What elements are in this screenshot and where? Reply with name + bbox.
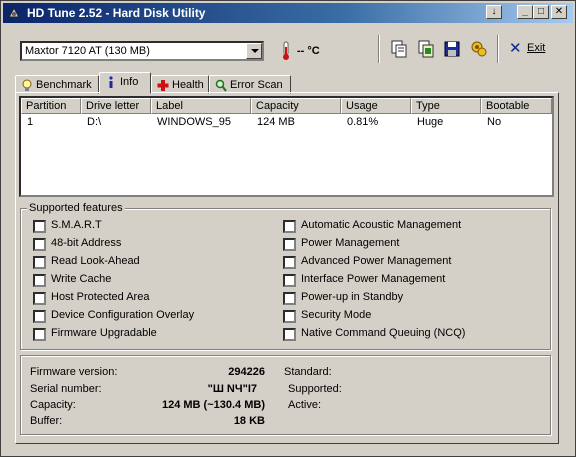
- checkbox-box[interactable]: [33, 310, 46, 323]
- capacity-value: 124 MB (~130.4 MB): [161, 399, 265, 411]
- serial-label: Serial number:: [30, 383, 102, 395]
- table-cell: D:\: [87, 116, 102, 128]
- copy-all-icon[interactable]: [415, 38, 437, 60]
- feature-label: Security Mode: [301, 309, 372, 321]
- checkbox-box[interactable]: [283, 220, 296, 233]
- maximize-button[interactable]: □: [533, 5, 549, 19]
- feature-label: Automatic Acoustic Management: [301, 219, 462, 231]
- feature-label: Write Cache: [51, 273, 112, 285]
- checkbox-box[interactable]: [283, 274, 296, 287]
- feature-label: Advanced Power Management: [301, 255, 452, 267]
- column-header[interactable]: Type: [411, 98, 481, 114]
- group-title: Supported features: [27, 202, 125, 214]
- column-header[interactable]: Usage: [341, 98, 411, 114]
- table-cell: WINDOWS_95: [157, 116, 231, 128]
- checkbox-box[interactable]: [33, 256, 46, 269]
- standard-label: Standard:: [284, 366, 332, 378]
- buffer-label: Buffer:: [30, 415, 63, 427]
- thermometer-icon: [283, 41, 289, 60]
- pin-button[interactable]: ↓: [486, 5, 502, 19]
- partition-list-header: Partition Drive letter Label Capacity Us…: [21, 98, 552, 114]
- capacity-label: Capacity:: [30, 399, 76, 411]
- active-label: Active:: [288, 399, 322, 411]
- tab-label: Benchmark: [36, 79, 92, 91]
- feature-label: 48-bit Address: [51, 237, 122, 249]
- firmware-value: 294226: [228, 366, 265, 378]
- feature-label: Power-up in Standby: [301, 291, 404, 303]
- drive-select[interactable]: Maxtor 7120 AT (130 MB): [20, 41, 264, 61]
- table-cell: 0.81%: [347, 116, 379, 128]
- table-cell: 1: [27, 116, 34, 128]
- column-header[interactable]: Label: [151, 98, 251, 114]
- options-icon[interactable]: [468, 38, 490, 60]
- checkbox-box[interactable]: [283, 310, 296, 323]
- feature-label: Interface Power Management: [301, 273, 446, 285]
- exit-icon: ✕: [509, 40, 522, 57]
- checkbox-box[interactable]: [33, 238, 46, 251]
- exit-label: Exit: [527, 42, 546, 54]
- tab-info[interactable]: Info: [99, 72, 151, 94]
- checkbox-box[interactable]: [283, 238, 296, 251]
- feature-label: Host Protected Area: [51, 291, 150, 303]
- toolbar: Maxtor 7120 AT (130 MB) -- °C ✕ Exit: [7, 27, 569, 69]
- close-button[interactable]: ✕: [551, 5, 567, 19]
- lightbulb-icon: [22, 79, 32, 91]
- column-header[interactable]: Partition: [21, 98, 81, 114]
- column-header[interactable]: Capacity: [251, 98, 341, 114]
- firmware-label: Firmware version:: [30, 366, 118, 378]
- copy-icon[interactable]: [388, 38, 410, 60]
- tab-label: Error Scan: [230, 79, 283, 91]
- app-icon: [8, 6, 20, 18]
- checkbox-box[interactable]: [283, 256, 296, 269]
- toolbar-separator: [497, 35, 499, 63]
- table-cell: No: [487, 116, 502, 128]
- table-cell: 124 MB: [257, 116, 295, 128]
- feature-label: S.M.A.R.T: [51, 219, 102, 231]
- health-cross-icon: [157, 80, 169, 91]
- column-header[interactable]: Bootable: [481, 98, 552, 114]
- column-header[interactable]: Drive letter: [81, 98, 151, 114]
- minimize-button[interactable]: _: [517, 5, 533, 19]
- window-title: HD Tune 2.52 - Hard Disk Utility: [27, 6, 206, 20]
- temperature-value: -- °C: [297, 45, 320, 57]
- feature-label: Firmware Upgradable: [51, 327, 157, 339]
- serial-value: "Ш NЧ"I7: [207, 383, 257, 395]
- table-cell: Huge: [417, 116, 444, 128]
- main-window: HD Tune 2.52 - Hard Disk Utility ↓ _ □ ✕…: [0, 0, 576, 457]
- feature-label: Device Configuration Overlay: [51, 309, 195, 321]
- info-icon: [109, 76, 113, 88]
- checkbox-box[interactable]: [33, 274, 46, 287]
- supported-label: Supported:: [288, 383, 342, 395]
- checkbox-box[interactable]: [33, 220, 46, 233]
- magnifier-icon: [215, 79, 227, 92]
- checkbox-box[interactable]: [33, 292, 46, 305]
- tab-label: Info: [120, 76, 139, 88]
- checkbox-box[interactable]: [33, 328, 46, 341]
- toolbar-separator: [378, 35, 380, 63]
- tab-label: Health: [172, 79, 204, 91]
- buffer-value: 18 KB: [233, 415, 265, 427]
- feature-label: Power Management: [301, 237, 400, 249]
- title-bar[interactable]: HD Tune 2.52 - Hard Disk Utility ↓ _ □ ✕: [3, 3, 573, 23]
- feature-label: Native Command Queuing (NCQ): [301, 327, 466, 339]
- exit-button[interactable]: ✕ Exit: [507, 39, 557, 59]
- feature-label: Read Look-Ahead: [51, 255, 140, 267]
- checkbox-box[interactable]: [283, 328, 296, 341]
- checkbox-box[interactable]: [283, 292, 296, 305]
- partition-list[interactable]: Partition Drive letter Label Capacity Us…: [19, 96, 554, 197]
- chevron-down-icon[interactable]: [246, 43, 262, 59]
- save-icon[interactable]: [441, 38, 463, 60]
- drive-select-value: Maxtor 7120 AT (130 MB): [25, 45, 150, 57]
